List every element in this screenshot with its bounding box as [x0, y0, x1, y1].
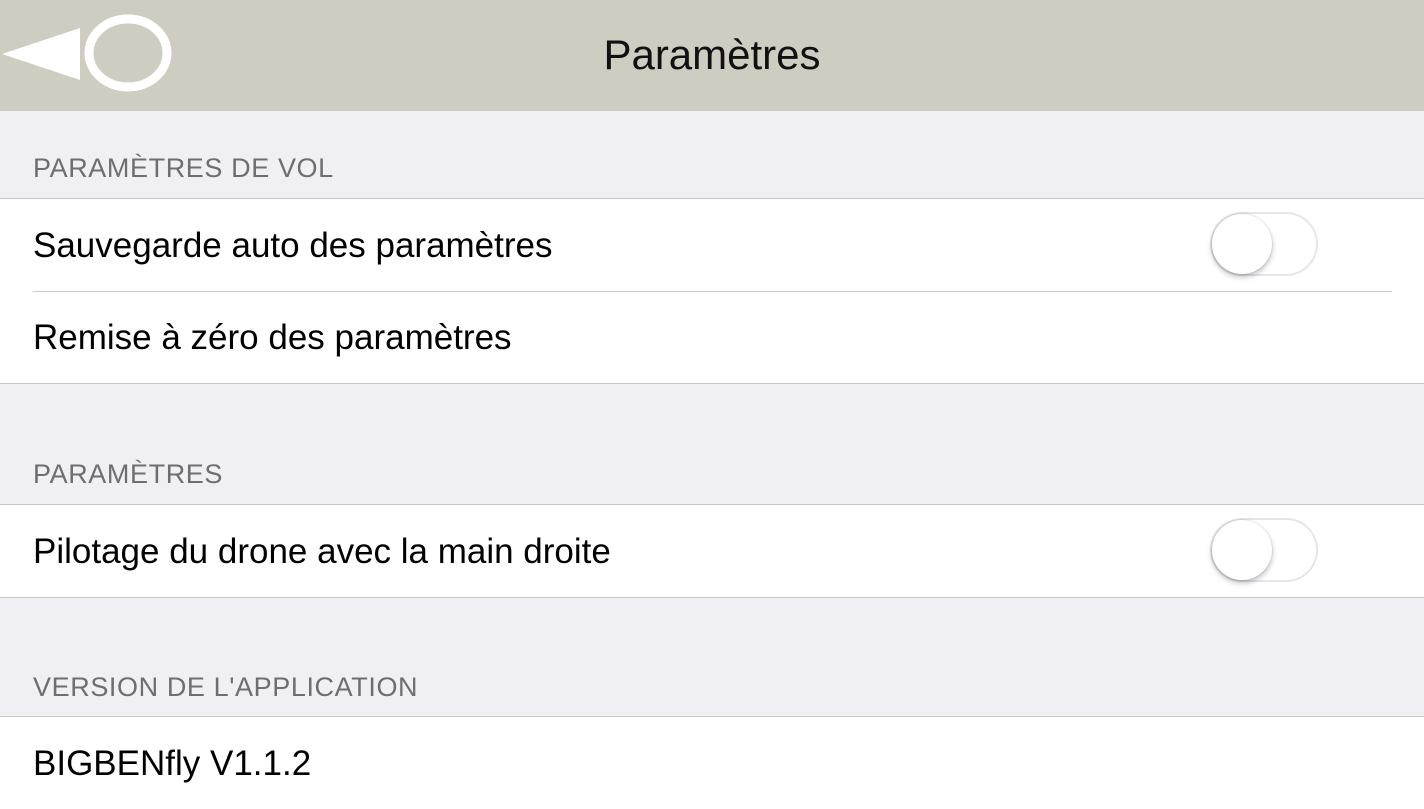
settings-group-version: BIGBENfly V1.1.2 [0, 716, 1424, 809]
cell-label: Sauvegarde auto des paramètres [33, 226, 553, 265]
cell-reset-settings[interactable]: Remise à zéro des paramètres [0, 291, 1424, 383]
navigation-bar: Paramètres [0, 0, 1424, 111]
auto-save-toggle[interactable] [1210, 212, 1318, 276]
cell-label: Pilotage du drone avec la main droite [33, 532, 611, 571]
right-hand-toggle[interactable] [1210, 518, 1318, 582]
app-version-label: BIGBENfly V1.1.2 [33, 744, 312, 783]
cell-right-hand-piloting: Pilotage du drone avec la main droite [0, 505, 1424, 597]
section-header-app-version: VERSION DE L'APPLICATION [33, 672, 419, 702]
section-header-settings: PARAMÈTRES [33, 459, 224, 489]
settings-group-general: Pilotage du drone avec la main droite [0, 504, 1424, 598]
cell-label: Remise à zéro des paramètres [33, 318, 512, 357]
toggle-knob [1212, 520, 1272, 580]
cell-auto-save-settings: Sauvegarde auto des paramètres [0, 199, 1424, 291]
section-header-flight-settings: PARAMÈTRES DE VOL [33, 153, 334, 183]
toggle-knob [1212, 214, 1272, 274]
cell-app-version: BIGBENfly V1.1.2 [0, 717, 1424, 809]
page-title: Paramètres [603, 31, 821, 78]
settings-group-flight: Sauvegarde auto des paramètres Remise à … [0, 198, 1424, 384]
